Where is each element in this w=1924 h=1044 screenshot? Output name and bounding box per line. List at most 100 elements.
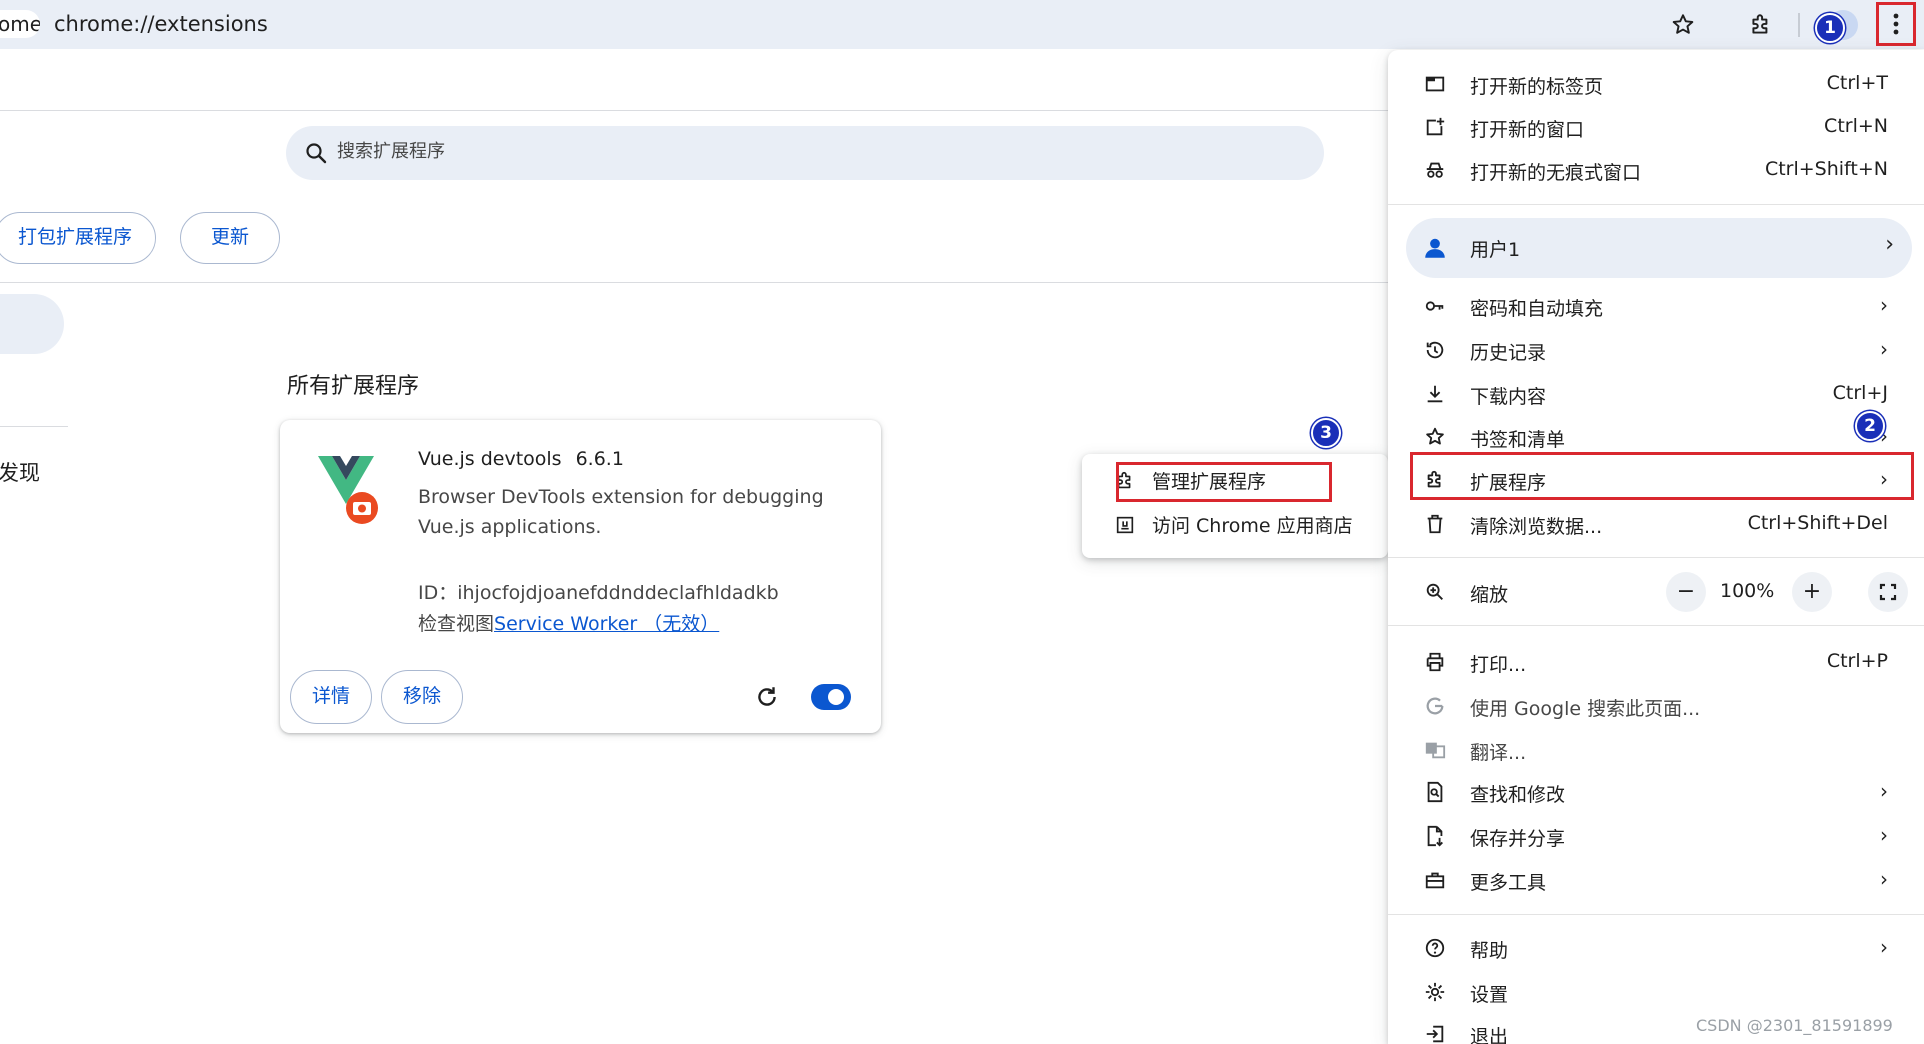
menu-divider	[1388, 557, 1924, 558]
search-extensions-input[interactable]: 搜索扩展程序	[286, 126, 1324, 180]
find-label: 查找和修改	[1470, 784, 1566, 806]
search-icon	[306, 143, 327, 164]
save-share-icon	[1424, 825, 1446, 847]
translate-label: 翻译...	[1470, 742, 1527, 764]
history-icon	[1424, 339, 1446, 361]
inspect-label: 检查视图	[418, 613, 495, 635]
help-icon	[1424, 937, 1446, 959]
menu-new-window[interactable]: 打开新的窗口 Ctrl+N	[1388, 107, 1924, 147]
more-vert-icon	[1893, 13, 1899, 35]
toolbar-divider-lower	[0, 282, 1388, 283]
chevron-right-icon: ›	[1880, 823, 1888, 847]
watermark: CSDN @2301_81591899	[1696, 1016, 1893, 1035]
new-tab-icon	[1424, 73, 1446, 95]
star-icon	[1424, 426, 1446, 448]
chevron-right-icon: ›	[1880, 779, 1888, 803]
zoom-in-button[interactable]: +	[1792, 572, 1832, 612]
clear-data-label: 清除浏览数据...	[1470, 516, 1603, 538]
pack-extension-button[interactable]: 打包扩展程序	[0, 212, 156, 264]
step-badge-2: 2	[1855, 411, 1885, 441]
menu-incognito[interactable]: 打开新的无痕式窗口 Ctrl+Shift+N	[1388, 150, 1924, 190]
incognito-shortcut: Ctrl+Shift+N	[1764, 158, 1888, 180]
menu-zoom: 缩放	[1388, 572, 1924, 612]
web-store-icon	[1116, 516, 1134, 534]
fullscreen-icon	[1879, 583, 1897, 601]
extension-name: Vue.js devtools 6.6.1	[418, 448, 624, 470]
vue-devtools-logo	[316, 454, 380, 526]
highlight-box-step3	[1116, 462, 1332, 502]
fullscreen-button[interactable]	[1868, 572, 1908, 612]
printer-icon	[1424, 651, 1446, 673]
download-icon	[1424, 383, 1446, 405]
menu-translate[interactable]: 翻译...	[1388, 730, 1924, 770]
omnibox[interactable]: ome chrome://extensions	[0, 0, 1924, 49]
chevron-right-icon: ›	[1880, 935, 1888, 959]
section-title: 所有扩展程序	[287, 374, 420, 399]
menu-divider	[1388, 204, 1924, 205]
more-tools-label: 更多工具	[1470, 872, 1547, 894]
profile-label: 用户1	[1470, 239, 1521, 261]
step-badge-1: 1	[1815, 13, 1845, 43]
menu-print[interactable]: 打印... Ctrl+P	[1388, 642, 1924, 682]
search-placeholder: 搜索扩展程序	[337, 141, 445, 162]
extension-enable-toggle[interactable]	[811, 684, 851, 710]
menu-more-tools[interactable]: 更多工具 ›	[1388, 860, 1924, 900]
menu-find[interactable]: 查找和修改 ›	[1388, 772, 1924, 812]
update-button[interactable]: 更新	[180, 212, 280, 264]
tab-fragment[interactable]: ome	[0, 10, 40, 38]
remove-button[interactable]: 移除	[381, 670, 463, 724]
extension-id: ID：ihjocfojdjoanefddnddeclafhldadkb	[418, 582, 779, 604]
downloads-label: 下载内容	[1470, 386, 1547, 408]
menu-bookmarks[interactable]: 书签和清单 ›	[1388, 417, 1924, 457]
menu-save-share[interactable]: 保存并分享 ›	[1388, 816, 1924, 856]
bookmark-star-icon[interactable]	[1666, 8, 1700, 42]
chevron-right-icon: ›	[1880, 293, 1888, 317]
menu-history[interactable]: 历史记录 ›	[1388, 330, 1924, 370]
address-url[interactable]: chrome://extensions	[54, 10, 268, 38]
extension-description: Browser DevTools extension for debugging…	[418, 486, 824, 538]
new-window-icon	[1424, 116, 1446, 138]
sidebar-item-extensions[interactable]	[0, 294, 64, 354]
google-search-label: 使用 Google 搜索此页面...	[1470, 698, 1701, 720]
chevron-right-icon: ›	[1880, 337, 1888, 361]
menu-downloads[interactable]: 下载内容 Ctrl+J	[1388, 374, 1924, 414]
zoom-level: 100%	[1720, 580, 1775, 602]
menu-clear-data[interactable]: 清除浏览数据... Ctrl+Shift+Del	[1388, 504, 1924, 544]
menu-help[interactable]: 帮助 ›	[1388, 928, 1924, 968]
exit-icon	[1424, 1023, 1446, 1044]
exit-label: 退出	[1470, 1026, 1509, 1044]
inspect-views: 检查视图Service Worker （无效）	[418, 609, 719, 636]
menu-passwords[interactable]: 密码和自动填充 ›	[1388, 286, 1924, 326]
menu-google-search[interactable]: 使用 Google 搜索此页面...	[1388, 686, 1924, 726]
zoom-label: 缩放	[1470, 584, 1509, 606]
menu-profile[interactable]: 用户1 ›	[1406, 218, 1912, 278]
menu-settings[interactable]: 设置	[1388, 972, 1924, 1012]
incognito-icon	[1424, 159, 1446, 181]
extension-title: Vue.js devtools	[418, 448, 562, 470]
help-label: 帮助	[1470, 940, 1509, 962]
person-icon	[1422, 235, 1448, 261]
save-share-label: 保存并分享	[1470, 828, 1566, 850]
incognito-label: 打开新的无痕式窗口	[1470, 162, 1642, 184]
chevron-right-icon: ›	[1880, 867, 1888, 891]
highlight-box-step2	[1410, 452, 1914, 500]
menu-divider	[1388, 914, 1924, 915]
new-tab-shortcut: Ctrl+T	[1826, 72, 1888, 94]
zoom-out-button[interactable]: −	[1666, 572, 1706, 612]
toolbox-icon	[1424, 869, 1446, 891]
sidebar-item-discover[interactable]: 发现	[0, 457, 40, 487]
downloads-shortcut: Ctrl+J	[1832, 382, 1888, 404]
new-tab-label: 打开新的标签页	[1470, 76, 1604, 98]
clear-data-shortcut: Ctrl+Shift+Del	[1747, 512, 1888, 534]
chrome-web-store-item[interactable]: 访问 Chrome 应用商店	[1082, 502, 1388, 546]
reload-icon[interactable]	[754, 684, 780, 710]
find-page-icon	[1424, 781, 1446, 803]
menu-new-tab[interactable]: 打开新的标签页 Ctrl+T	[1388, 64, 1924, 104]
extensions-puzzle-icon[interactable]	[1744, 8, 1778, 42]
gear-icon	[1424, 981, 1446, 1003]
settings-label: 设置	[1470, 984, 1509, 1006]
chrome-menu-button[interactable]	[1876, 2, 1916, 46]
header-divider	[0, 110, 1388, 111]
details-button[interactable]: 详情	[290, 670, 372, 724]
service-worker-link[interactable]: Service Worker （无效）	[494, 613, 719, 635]
